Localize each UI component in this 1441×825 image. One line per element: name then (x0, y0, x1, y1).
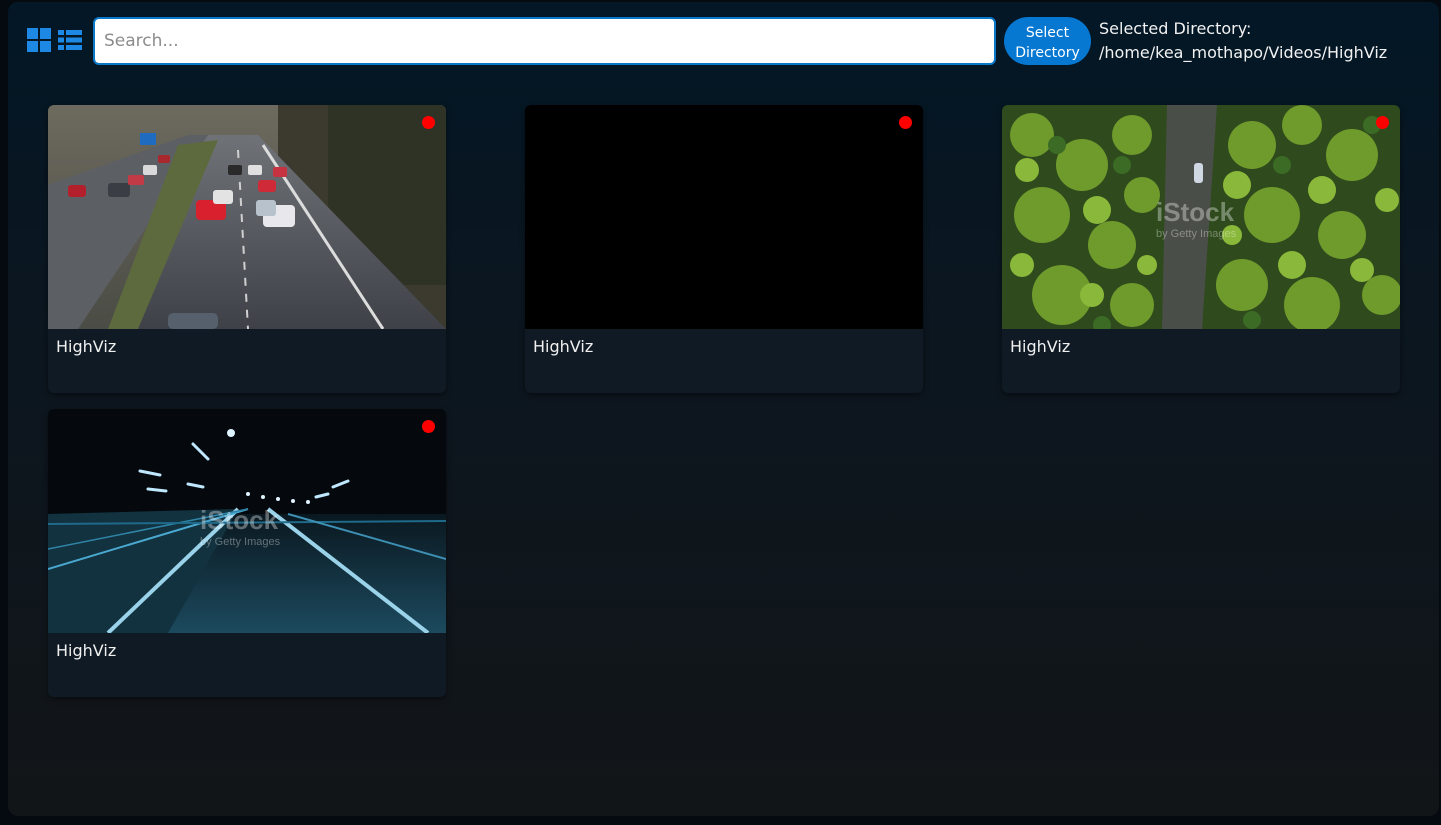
video-title: HighViz (1010, 337, 1071, 356)
search-input[interactable] (93, 17, 996, 65)
selected-directory-path: /home/kea_mothapo/Videos/HighViz (1099, 43, 1388, 62)
video-title: HighViz (56, 641, 117, 660)
watermark: iStock by Getty Images (1156, 197, 1237, 240)
list-view-icon[interactable] (58, 28, 82, 52)
video-card[interactable]: HighViz (48, 105, 446, 393)
video-thumbnail: iStock by Getty Images (48, 409, 446, 633)
video-card[interactable]: iStock by Getty Images HighViz (1002, 105, 1400, 393)
watermark: iStock by Getty Images (200, 505, 281, 548)
grid-view-icon[interactable] (27, 28, 51, 52)
select-directory-button[interactable]: Select Directory (1004, 17, 1091, 65)
record-dot-icon (1376, 116, 1389, 129)
video-card[interactable]: HighViz (525, 105, 923, 393)
video-card[interactable]: iStock by Getty Images HighViz (48, 409, 446, 697)
app-window: Select Directory Selected Directory: /ho… (8, 2, 1439, 816)
toolbar: Select Directory Selected Directory: /ho… (8, 2, 1439, 82)
selected-directory-info: Selected Directory: /home/kea_mothapo/Vi… (1099, 17, 1387, 65)
selected-directory-label: Selected Directory: (1099, 19, 1252, 38)
record-dot-icon (422, 420, 435, 433)
video-title: HighViz (56, 337, 117, 356)
record-dot-icon (899, 116, 912, 129)
video-thumbnail: iStock by Getty Images (1002, 105, 1400, 329)
video-title: HighViz (533, 337, 594, 356)
record-dot-icon (422, 116, 435, 129)
video-thumbnail (48, 105, 446, 329)
video-thumbnail (525, 105, 923, 329)
